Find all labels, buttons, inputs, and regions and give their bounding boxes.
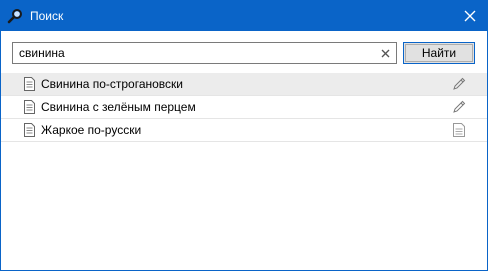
search-dialog: Поиск Найти <box>0 0 488 271</box>
find-button-label: Найти <box>405 44 473 62</box>
title-bar[interactable]: Поиск <box>1 1 487 31</box>
list-item[interactable]: Свинина по-строгановски <box>1 73 487 96</box>
list-item-label: Свинина по-строгановски <box>41 77 184 91</box>
search-row: Найти <box>12 42 476 64</box>
document-icon <box>24 123 35 137</box>
list-item[interactable]: Жаркое по-русски <box>1 119 487 142</box>
document-icon <box>24 100 35 114</box>
list-item-label: Свинина с зелёным перцем <box>41 100 196 114</box>
search-input[interactable] <box>13 43 373 63</box>
clear-search-button[interactable] <box>378 46 392 60</box>
window-title: Поиск <box>30 9 64 23</box>
results-list: Свинина по-строгановски Свинина с зелёны… <box>1 73 487 142</box>
search-icon <box>7 8 23 24</box>
edit-pencil-icon[interactable] <box>451 99 467 115</box>
edit-pencil-icon[interactable] <box>451 76 467 92</box>
document-icon[interactable] <box>451 122 467 138</box>
close-button[interactable] <box>453 1 487 31</box>
list-item[interactable]: Свинина с зелёным перцем <box>1 96 487 119</box>
find-button[interactable]: Найти <box>403 42 475 64</box>
clear-icon <box>381 49 389 57</box>
document-icon <box>24 77 35 91</box>
search-box <box>12 42 397 64</box>
close-icon <box>464 10 476 22</box>
list-item-label: Жаркое по-русски <box>41 123 142 137</box>
